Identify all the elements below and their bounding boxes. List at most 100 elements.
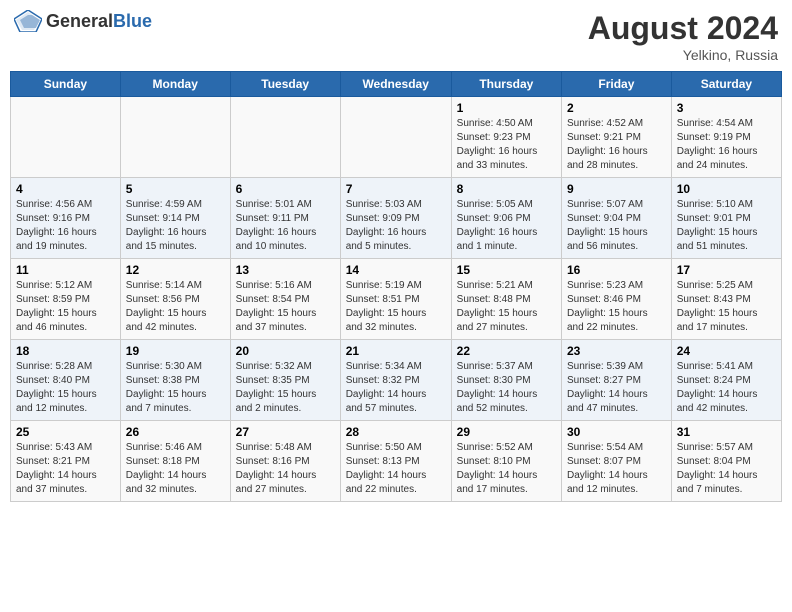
calendar-cell: 26 Sunrise: 5:46 AM Sunset: 8:18 PM Dayli… (120, 421, 230, 502)
day-number: 29 (457, 425, 556, 439)
day-info: Sunrise: 5:25 AM Sunset: 8:43 PM Dayligh… (677, 279, 776, 335)
day-info: Sunrise: 5:16 AM Sunset: 8:54 PM Dayligh… (236, 279, 335, 335)
day-info: Sunrise: 4:59 AM Sunset: 9:14 PM Dayligh… (126, 198, 225, 254)
calendar-cell: 30Sunrise: 5:54 AM Sunset: 8:07 PM Dayli… (561, 421, 671, 502)
day-number: 12 (126, 263, 225, 277)
day-number: 22 (457, 344, 556, 358)
day-header-monday: Monday (120, 72, 230, 97)
calendar-cell: 15 Sunrise: 5:21 AM Sunset: 8:48 PM Dayli… (451, 259, 561, 340)
day-info: Sunrise: 4:54 AM Sunset: 9:19 PM Dayligh… (677, 117, 776, 173)
week-row-2: 4 Sunrise: 4:56 AM Sunset: 9:16 PM Daylig… (11, 178, 782, 259)
day-number: 24 (677, 344, 776, 358)
calendar-cell: 7 Sunrise: 5:03 AM Sunset: 9:09 PM Daylig… (340, 178, 451, 259)
calendar-cell (120, 97, 230, 178)
week-row-5: 25Sunrise: 5:43 AM Sunset: 8:21 PM Dayli… (11, 421, 782, 502)
calendar-cell: 29 Sunrise: 5:52 AM Sunset: 8:10 PM Dayli… (451, 421, 561, 502)
day-info: Sunrise: 5:50 AM Sunset: 8:13 PM Dayligh… (346, 441, 446, 497)
day-info: Sunrise: 5:30 AM Sunset: 8:38 PM Dayligh… (126, 360, 225, 416)
calendar-cell: 8Sunrise: 5:05 AM Sunset: 9:06 PM Daylig… (451, 178, 561, 259)
day-info: Sunrise: 5:37 AM Sunset: 8:30 PM Dayligh… (457, 360, 556, 416)
calendar-cell: 5 Sunrise: 4:59 AM Sunset: 9:14 PM Daylig… (120, 178, 230, 259)
day-number: 31 (677, 425, 776, 439)
day-info: Sunrise: 4:52 AM Sunset: 9:21 PM Dayligh… (567, 117, 666, 173)
day-info: Sunrise: 5:41 AM Sunset: 8:24 PM Dayligh… (677, 360, 776, 416)
day-number: 18 (16, 344, 115, 358)
calendar-cell: 14 Sunrise: 5:19 AM Sunset: 8:51 PM Dayli… (340, 259, 451, 340)
day-number: 16 (567, 263, 666, 277)
day-info: Sunrise: 5:12 AM Sunset: 8:59 PM Dayligh… (16, 279, 115, 335)
calendar-cell: 13 Sunrise: 5:16 AM Sunset: 8:54 PM Dayli… (230, 259, 340, 340)
day-header-wednesday: Wednesday (340, 72, 451, 97)
calendar-cell: 31 Sunrise: 5:57 AM Sunset: 8:04 PM Dayli… (671, 421, 781, 502)
calendar-cell: 12 Sunrise: 5:14 AM Sunset: 8:56 PM Dayli… (120, 259, 230, 340)
calendar-cell: 3 Sunrise: 4:54 AM Sunset: 9:19 PM Daylig… (671, 97, 781, 178)
calendar-cell: 28 Sunrise: 5:50 AM Sunset: 8:13 PM Dayli… (340, 421, 451, 502)
day-info: Sunrise: 4:50 AM Sunset: 9:23 PM Dayligh… (457, 117, 556, 173)
day-info: Sunrise: 5:05 AM Sunset: 9:06 PM Dayligh… (457, 198, 556, 254)
day-info: Sunrise: 5:19 AM Sunset: 8:51 PM Dayligh… (346, 279, 446, 335)
calendar-body: 1 Sunrise: 4:50 AM Sunset: 9:23 PM Daylig… (11, 97, 782, 502)
day-info: Sunrise: 5:34 AM Sunset: 8:32 PM Dayligh… (346, 360, 446, 416)
day-info: Sunrise: 5:07 AM Sunset: 9:04 PM Dayligh… (567, 198, 666, 254)
calendar-cell: 11 Sunrise: 5:12 AM Sunset: 8:59 PM Dayli… (11, 259, 121, 340)
day-number: 13 (236, 263, 335, 277)
day-number: 27 (236, 425, 335, 439)
day-number: 20 (236, 344, 335, 358)
day-info: Sunrise: 5:28 AM Sunset: 8:40 PM Dayligh… (16, 360, 115, 416)
page-header: GeneralBlue August 2024 Yelkino, Russia (10, 10, 782, 63)
day-info: Sunrise: 5:46 AM Sunset: 8:18 PM Dayligh… (126, 441, 225, 497)
day-info: Sunrise: 5:52 AM Sunset: 8:10 PM Dayligh… (457, 441, 556, 497)
day-number: 23 (567, 344, 666, 358)
day-number: 10 (677, 182, 776, 196)
title-block: August 2024 Yelkino, Russia (588, 10, 778, 63)
calendar-cell (11, 97, 121, 178)
day-header-thursday: Thursday (451, 72, 561, 97)
day-number: 9 (567, 182, 666, 196)
day-number: 15 (457, 263, 556, 277)
day-info: Sunrise: 4:56 AM Sunset: 9:16 PM Dayligh… (16, 198, 115, 254)
day-header-tuesday: Tuesday (230, 72, 340, 97)
calendar-cell: 9 Sunrise: 5:07 AM Sunset: 9:04 PM Daylig… (561, 178, 671, 259)
calendar-cell: 16Sunrise: 5:23 AM Sunset: 8:46 PM Dayli… (561, 259, 671, 340)
day-number: 14 (346, 263, 446, 277)
day-number: 5 (126, 182, 225, 196)
calendar-cell: 18 Sunrise: 5:28 AM Sunset: 8:40 PM Dayli… (11, 340, 121, 421)
calendar-cell: 27Sunrise: 5:48 AM Sunset: 8:16 PM Dayli… (230, 421, 340, 502)
calendar-cell (340, 97, 451, 178)
day-info: Sunrise: 5:14 AM Sunset: 8:56 PM Dayligh… (126, 279, 225, 335)
day-number: 3 (677, 101, 776, 115)
day-number: 19 (126, 344, 225, 358)
calendar-cell (230, 97, 340, 178)
day-number: 4 (16, 182, 115, 196)
day-number: 17 (677, 263, 776, 277)
calendar-cell: 10 Sunrise: 5:10 AM Sunset: 9:01 PM Dayli… (671, 178, 781, 259)
calendar-cell: 6 Sunrise: 5:01 AM Sunset: 9:11 PM Daylig… (230, 178, 340, 259)
day-info: Sunrise: 5:10 AM Sunset: 9:01 PM Dayligh… (677, 198, 776, 254)
day-info: Sunrise: 5:03 AM Sunset: 9:09 PM Dayligh… (346, 198, 446, 254)
day-number: 30 (567, 425, 666, 439)
calendar-cell: 22 Sunrise: 5:37 AM Sunset: 8:30 PM Dayli… (451, 340, 561, 421)
week-row-3: 11 Sunrise: 5:12 AM Sunset: 8:59 PM Dayli… (11, 259, 782, 340)
calendar-cell: 4 Sunrise: 4:56 AM Sunset: 9:16 PM Daylig… (11, 178, 121, 259)
day-info: Sunrise: 5:57 AM Sunset: 8:04 PM Dayligh… (677, 441, 776, 497)
main-title: August 2024 (588, 10, 778, 47)
header-row: SundayMondayTuesdayWednesdayThursdayFrid… (11, 72, 782, 97)
day-number: 7 (346, 182, 446, 196)
calendar-cell: 1 Sunrise: 4:50 AM Sunset: 9:23 PM Daylig… (451, 97, 561, 178)
day-number: 28 (346, 425, 446, 439)
day-number: 11 (16, 263, 115, 277)
day-number: 26 (126, 425, 225, 439)
logo-text: GeneralBlue (46, 11, 152, 32)
day-number: 6 (236, 182, 335, 196)
day-number: 1 (457, 101, 556, 115)
calendar-cell: 25Sunrise: 5:43 AM Sunset: 8:21 PM Dayli… (11, 421, 121, 502)
day-info: Sunrise: 5:01 AM Sunset: 9:11 PM Dayligh… (236, 198, 335, 254)
day-info: Sunrise: 5:39 AM Sunset: 8:27 PM Dayligh… (567, 360, 666, 416)
logo-blue: Blue (113, 11, 152, 31)
day-info: Sunrise: 5:21 AM Sunset: 8:48 PM Dayligh… (457, 279, 556, 335)
day-number: 25 (16, 425, 115, 439)
calendar-cell: 21 Sunrise: 5:34 AM Sunset: 8:32 PM Dayli… (340, 340, 451, 421)
logo-icon (14, 10, 42, 32)
logo: GeneralBlue (14, 10, 152, 32)
day-number: 21 (346, 344, 446, 358)
